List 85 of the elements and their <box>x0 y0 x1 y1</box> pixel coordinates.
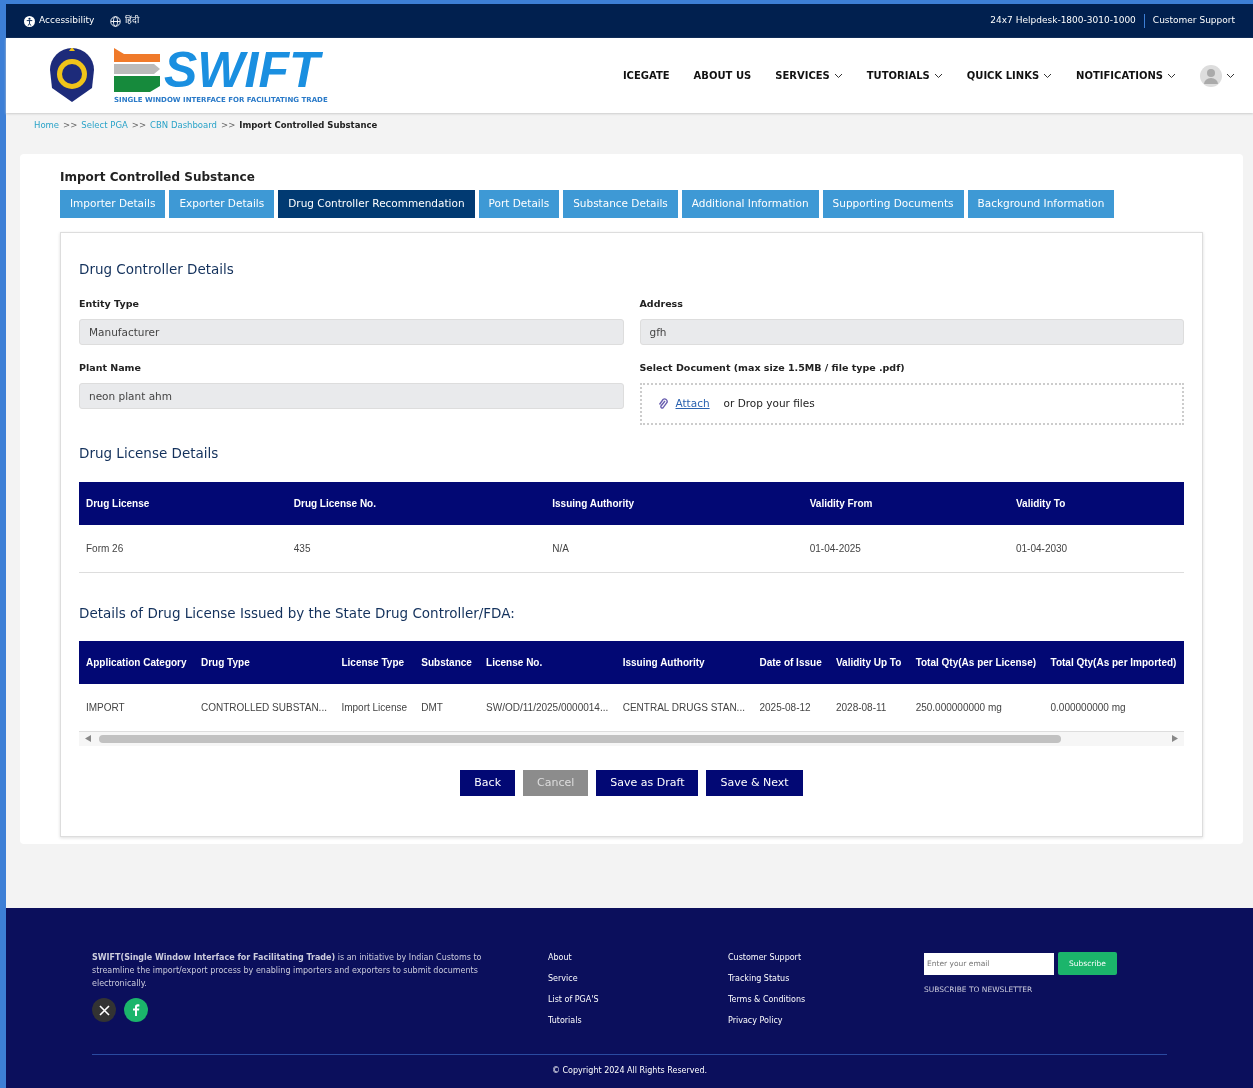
form-button[interactable]: Save as Draft <box>596 769 699 797</box>
scroll-right-arrow-icon[interactable] <box>1172 735 1178 743</box>
nav-link[interactable]: ICEGATE <box>622 68 670 83</box>
column-header: Issuing Authority <box>615 640 753 684</box>
column-header: Total Qty(As per License) <box>908 640 1044 684</box>
globe-icon <box>110 15 122 27</box>
breadcrumb-current: Import Controlled Substance <box>239 119 378 132</box>
attach-link[interactable]: Attach <box>675 396 710 413</box>
column-header: License No. <box>479 640 616 684</box>
table-cell: SW/OD/11/2025/0000014... <box>479 683 616 732</box>
copyright-text: © Copyright 2024 All Rights Reserved. <box>551 1066 708 1075</box>
breadcrumb-separator: >> <box>63 119 78 132</box>
field-label: Select Document (max size 1.5MB / file type .pdf) <box>639 361 906 375</box>
scroll-left-arrow-icon[interactable] <box>85 735 91 743</box>
field-label: Address <box>639 296 684 311</box>
paperclip-icon <box>657 398 668 411</box>
column-header: License Type <box>334 640 415 684</box>
table-cell: 01-04-2030 <box>1008 524 1184 572</box>
column-header: Validity Up To <box>828 640 909 684</box>
column-header: Validity To <box>1008 481 1184 525</box>
customer-support-link[interactable]: Customer Support <box>1152 14 1235 28</box>
table-cell: IMPORT <box>79 683 194 732</box>
chevron-down-icon <box>933 72 943 79</box>
table-cell: 0.000000000 mg <box>1043 683 1184 732</box>
chevron-down-icon <box>1167 72 1176 79</box>
user-avatar-icon[interactable] <box>1200 64 1222 87</box>
column-header: Total Qty(As per Imported) <box>1043 640 1184 684</box>
helpdesk-text: 24x7 Helpdesk-1800-3010-1000 <box>990 14 1136 28</box>
column-header: Drug Type <box>194 640 335 684</box>
table-cell: 2028-08-11 <box>828 683 909 732</box>
file-drop-zone[interactable]: Attach or Drop your files <box>639 383 1184 426</box>
breadcrumb-separator: >> <box>221 119 236 132</box>
footer-link[interactable]: List of PGA'S <box>548 994 728 1006</box>
form-button[interactable]: Save & Next <box>706 769 803 797</box>
accessibility-link[interactable]: Accessibility <box>39 14 95 28</box>
footer-link[interactable]: Tutorials <box>548 1015 728 1027</box>
nav-link[interactable]: QUICK LINKS <box>966 68 1053 83</box>
column-header: Application Category <box>79 640 194 684</box>
text-field[interactable]: neon plant ahm <box>79 383 624 410</box>
tab[interactable]: Drug Controller Recommendation <box>278 189 475 218</box>
section-heading: Details of Drug License Issued by the State Drug Controller/FDA: <box>79 603 516 623</box>
drop-hint: or Drop your files <box>723 396 815 412</box>
column-header: Validity From <box>802 481 1009 525</box>
table-cell: 435 <box>286 524 546 572</box>
language-link[interactable]: हिंदी <box>125 14 140 28</box>
table-cell: 250.000000000 mg <box>908 683 1044 732</box>
column-header: Drug License No. <box>286 481 546 525</box>
nav-link[interactable]: ABOUT US <box>693 68 752 83</box>
table-cell: DMT <box>414 683 480 732</box>
chevron-down-icon <box>833 72 843 79</box>
facebook-icon[interactable] <box>124 998 148 1023</box>
nav-link[interactable]: TUTORIALS <box>866 68 943 83</box>
chevron-down-icon <box>1226 72 1235 79</box>
accessibility-icon <box>24 15 35 27</box>
field-label: Entity Type <box>79 296 140 311</box>
footer-link[interactable]: Customer Support <box>728 952 924 964</box>
column-header: Date of Issue <box>752 640 829 684</box>
text-field[interactable]: Manufacturer <box>79 319 624 345</box>
table-cell: Form 26 <box>79 524 287 572</box>
footer-link[interactable]: About <box>548 952 728 964</box>
footer-link[interactable]: Service <box>548 973 728 985</box>
nav-link[interactable]: SERVICES <box>775 68 843 83</box>
chevron-down-icon <box>1043 72 1053 79</box>
text-field[interactable]: gfh <box>639 319 1184 345</box>
column-header: Substance <box>414 640 480 684</box>
footer-link[interactable]: Privacy Policy <box>728 1015 924 1027</box>
form-button[interactable]: Back <box>460 769 515 797</box>
footer-description: SWIFT(Single Window Interface for Facilitating Trade) is an initiative by Indian Customs to streamline the import/export process by enabling importers and exporters to submit documents electronically. <box>92 952 482 990</box>
section-heading: Drug Controller Details <box>79 259 235 279</box>
column-header: Drug License <box>79 481 287 525</box>
nav-link[interactable]: NOTIFICATIONS <box>1076 68 1176 83</box>
table-cell: 2025-08-12 <box>752 683 829 732</box>
x-logo-icon[interactable] <box>92 998 116 1023</box>
column-header: Issuing Authority <box>545 481 803 525</box>
footer-link[interactable]: Tracking Status <box>728 973 924 985</box>
section-heading: Drug License Details <box>79 444 220 464</box>
table-cell: N/A <box>545 524 803 572</box>
footer-link[interactable]: Terms & Conditions <box>728 994 924 1006</box>
form-title: Import Controlled Substance <box>60 168 256 186</box>
table-cell: CENTRAL DRUGS STAN... <box>615 683 753 732</box>
table-cell: Import License <box>334 683 415 732</box>
field-label: Plant Name <box>79 361 142 375</box>
table-cell: CONTROLLED SUBSTAN... <box>194 683 335 732</box>
breadcrumb-separator: >> <box>131 119 147 132</box>
table-cell: 01-04-2025 <box>802 524 1009 572</box>
